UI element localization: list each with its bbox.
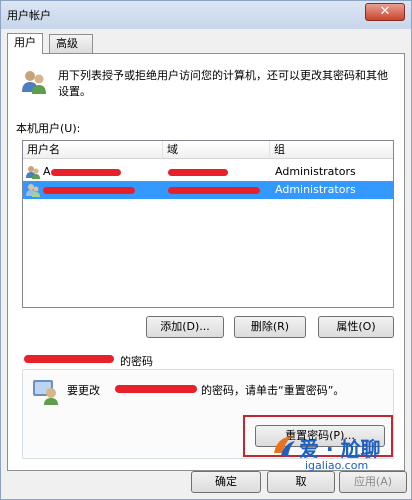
add-user-button[interactable]: 添加(D)... [146,316,224,338]
redaction-mark [168,187,260,194]
user-list-header: 用户名 域 组 [23,141,393,159]
watermark: 爱 · 尬聊 igaliao.com [271,431,411,475]
redaction-mark [168,169,228,176]
user-list[interactable]: 用户名 域 组 A Administrators Administrators [22,140,394,308]
row-group: Administrators [275,165,356,178]
user-accounts-window: 用户帐户 ✕ 用户 高级 用下列表授予或拒绝用户访问您的计算机，还可以更改其密码… [0,0,412,500]
row-username: A [43,165,51,178]
user-icon [26,184,40,197]
password-instruction-suffix: 的密码，请单击“重置密码”。 [201,384,345,397]
tab-users[interactable]: 用户 [7,33,43,54]
brand-logo-icon [274,436,295,457]
column-header-group[interactable]: 组 [270,141,393,159]
password-instruction-prefix: 要更改 [67,384,100,397]
table-row[interactable]: Administrators [23,181,393,199]
users-icon [22,71,46,94]
ok-button[interactable]: 确定 [191,471,261,493]
delete-user-button[interactable]: 删除(R) [234,316,306,338]
watermark-url: igaliao.com [305,459,369,472]
user-key-icon [33,380,58,405]
column-header-domain[interactable]: 域 [163,141,270,159]
table-row[interactable]: A Administrators [23,163,393,181]
redaction-mark [24,355,114,363]
user-list-label: 本机用户(U): [16,122,81,135]
column-header-username[interactable]: 用户名 [23,141,163,159]
redaction-mark [51,169,121,176]
users-tab-panel: 用下列表授予或拒绝用户访问您的计算机，还可以更改其密码和其他设置。 本机用户(U… [7,53,405,471]
redaction-mark [115,385,197,393]
redaction-mark [43,187,135,194]
user-icon [26,166,40,179]
intro-text: 用下列表授予或拒绝用户访问您的计算机，还可以更改其密码和其他设置。 [58,69,388,98]
row-group: Administrators [275,183,356,196]
watermark-brand: 爱 · 尬聊 [299,437,381,461]
password-section-title: 的密码 [120,355,153,368]
properties-button[interactable]: 属性(O) [318,316,394,338]
close-icon: ✕ [379,4,391,19]
title-bar[interactable]: 用户帐户 ✕ [1,1,411,29]
close-button[interactable]: ✕ [365,3,405,21]
window-title: 用户帐户 [7,9,51,22]
tab-advanced[interactable]: 高级 [49,34,93,53]
